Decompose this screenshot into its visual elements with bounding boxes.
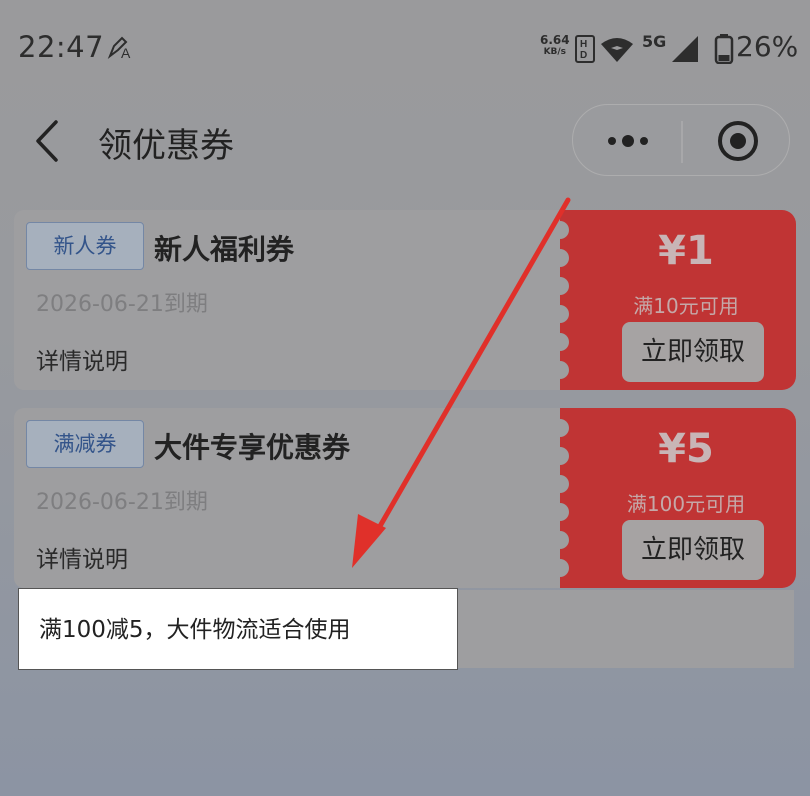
- coupon-detail-link[interactable]: 详情说明: [36, 342, 128, 376]
- coupon-name: 大件专享优惠券: [154, 431, 351, 464]
- coupon-condition: 满100元可用: [626, 492, 746, 516]
- coupon-price: ¥5: [658, 426, 714, 472]
- network-speed: 6.64 KB/s: [540, 34, 570, 58]
- coupon-detail-link[interactable]: 详情说明: [36, 540, 128, 574]
- coupon-expire: 2026-06-21到期: [36, 292, 208, 317]
- mini-program-capsule: [572, 104, 790, 176]
- close-mini-program-button[interactable]: [717, 120, 759, 162]
- battery-icon: [714, 34, 734, 68]
- coupon-tag: 新人券: [26, 222, 144, 270]
- detail-panel-background: [458, 590, 794, 668]
- nav-bar: 领优惠券: [0, 96, 810, 192]
- svg-text:H: H: [580, 39, 587, 50]
- svg-text:A: A: [121, 45, 131, 60]
- target-icon: [718, 121, 758, 161]
- back-button[interactable]: [30, 116, 70, 166]
- network-speed-unit: KB/s: [543, 47, 567, 57]
- coupon-condition: 满10元可用: [633, 294, 739, 318]
- battery-percent: 26%: [736, 30, 799, 63]
- back-arrow-icon: [36, 120, 58, 162]
- wifi-icon: [600, 36, 634, 66]
- coupon-card: 新人券 新人福利券 2026-06-21到期 详情说明 ¥1 满10元可用 立即…: [14, 210, 796, 390]
- more-button[interactable]: [603, 127, 653, 155]
- network-type: 5G: [642, 32, 667, 51]
- page-title: 领优惠券: [98, 126, 234, 166]
- hd-icon: HD: [575, 35, 595, 63]
- detail-tooltip: 满100减5，大件物流适合使用: [18, 588, 458, 670]
- clock: 22:47: [18, 30, 105, 64]
- pen-icon: A: [106, 34, 134, 60]
- coupon-tag: 满减券: [26, 420, 144, 468]
- coupon-price: ¥1: [658, 228, 714, 274]
- coupon-name: 新人福利券: [154, 233, 295, 266]
- status-bar: 22:47 A 6.64 KB/s HD 5G 26%: [0, 0, 810, 96]
- claim-button[interactable]: 立即领取: [622, 520, 764, 580]
- coupon-card: 满减券 大件专享优惠券 2026-06-21到期 详情说明 ¥5 满100元可用…: [14, 408, 796, 588]
- signal-icon: [672, 36, 700, 66]
- coupon-expire: 2026-06-21到期: [36, 490, 208, 515]
- svg-text:D: D: [580, 50, 587, 59]
- more-dots-icon: [608, 135, 648, 147]
- claim-button[interactable]: 立即领取: [622, 322, 764, 382]
- capsule-divider: [681, 121, 683, 163]
- network-speed-value: 6.64: [540, 33, 570, 47]
